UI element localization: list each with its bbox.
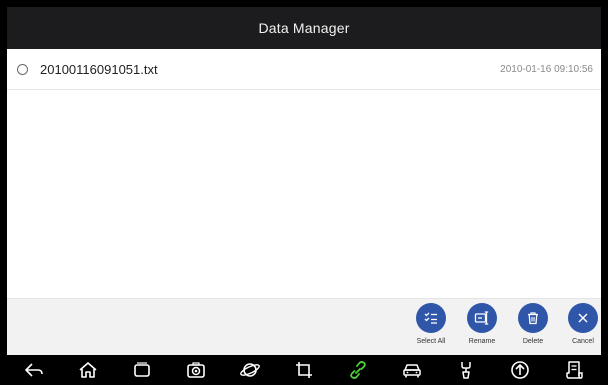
crop-button[interactable]: [286, 356, 322, 384]
browser-button[interactable]: [232, 356, 268, 384]
close-icon: [568, 303, 598, 333]
file-timestamp: 2010-01-16 09:10:56: [500, 63, 593, 75]
title-bar: Data Manager: [7, 7, 601, 49]
cancel-label: Cancel: [572, 338, 594, 345]
select-all-label: Select All: [416, 338, 446, 345]
action-bar: Select All Rename Delete Cancel: [7, 298, 601, 355]
link-button[interactable]: [340, 356, 376, 384]
home-button[interactable]: [70, 356, 106, 384]
recent-apps-icon: [134, 362, 150, 377]
upload-icon: [511, 361, 529, 379]
file-list-item[interactable]: 20100116091051.txt 2010-01-16 09:10:56: [7, 49, 601, 90]
cancel-button[interactable]: Cancel: [561, 303, 601, 345]
reports-button[interactable]: [556, 356, 592, 384]
tools-icon: [461, 362, 471, 379]
rename-label: Rename: [468, 338, 496, 345]
vehicle-icon: [403, 364, 421, 378]
camera-icon: [187, 362, 205, 378]
system-nav-bar: [7, 355, 601, 385]
reports-icon: [566, 361, 583, 379]
file-name: 20100116091051.txt: [40, 61, 158, 77]
home-icon: [79, 362, 97, 378]
trash-icon: [518, 303, 548, 333]
select-all-icon: [416, 303, 446, 333]
delete-button[interactable]: Delete: [511, 303, 555, 345]
app-screen: Data Manager 20100116091051.txt 2010-01-…: [7, 7, 601, 355]
browser-icon: [240, 363, 260, 377]
rename-icon: [467, 303, 497, 333]
page-title: Data Manager: [258, 20, 350, 36]
vehicle-button[interactable]: [394, 356, 430, 384]
crop-icon: [296, 362, 312, 378]
select-all-button[interactable]: Select All: [409, 303, 453, 345]
file-select-radio[interactable]: [17, 63, 28, 75]
recent-apps-button[interactable]: [124, 356, 160, 384]
rename-button[interactable]: Rename: [460, 303, 504, 345]
link-icon: [350, 361, 366, 379]
delete-label: Delete: [522, 338, 544, 345]
file-list-empty-area: [7, 91, 601, 298]
upload-button[interactable]: [502, 356, 538, 384]
back-button[interactable]: [16, 356, 52, 384]
back-icon: [25, 363, 43, 377]
screenshot-button[interactable]: [178, 356, 214, 384]
tools-button[interactable]: [448, 356, 484, 384]
